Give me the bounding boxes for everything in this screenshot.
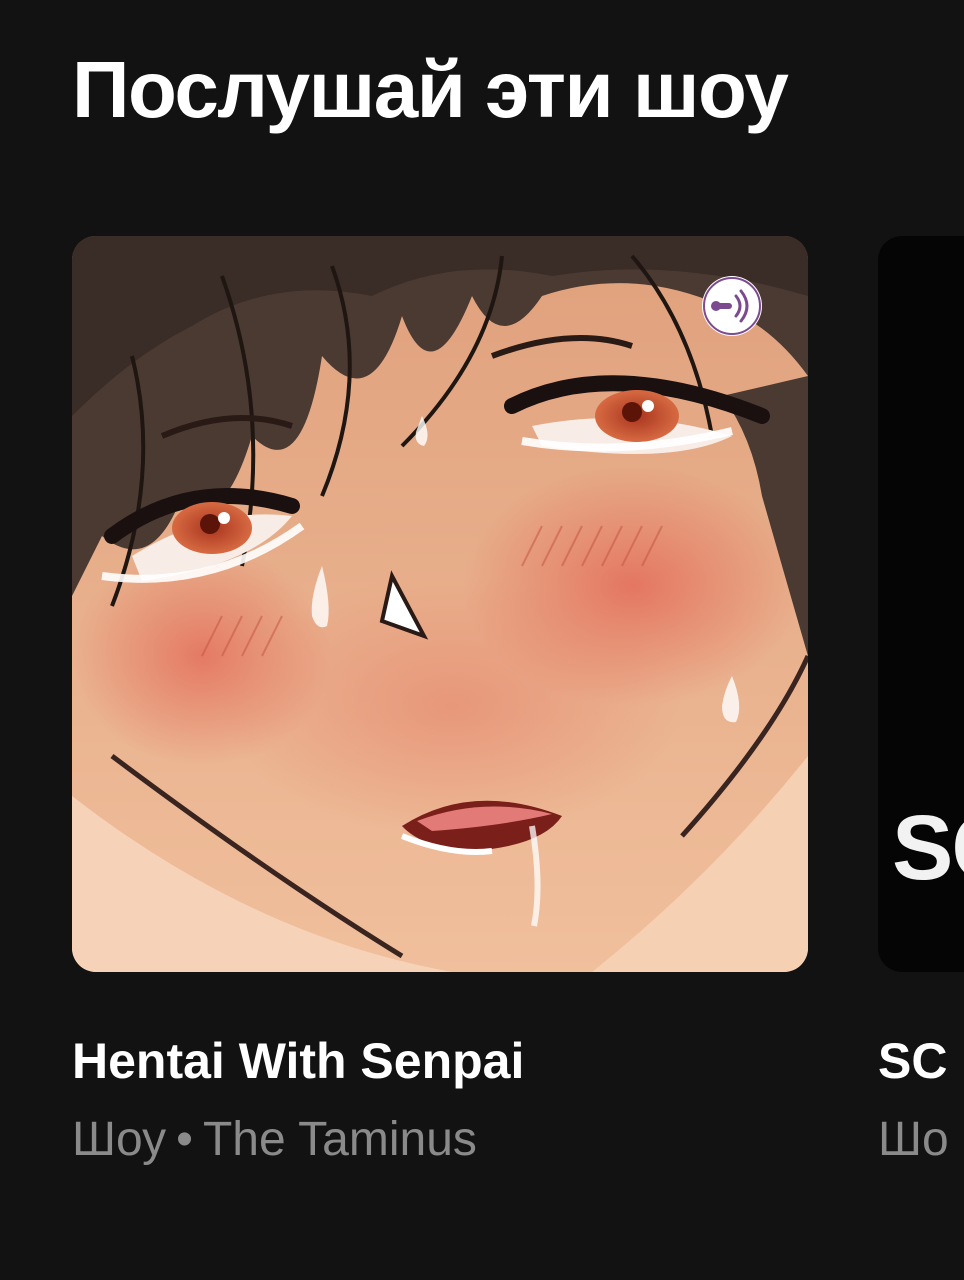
show-subtitle: Шоу • The Taminus — [72, 1116, 477, 1164]
show-subtitle: Шо — [878, 1116, 949, 1164]
show-cover[interactable] — [72, 236, 808, 972]
show-card[interactable]: SC SC Шо — [878, 236, 964, 1164]
show-title[interactable]: SC — [878, 1036, 947, 1086]
show-type-label: Шо — [878, 1113, 949, 1166]
separator-dot: • — [176, 1113, 193, 1166]
show-cover[interactable]: SC — [878, 236, 964, 972]
home-screen: Послушай эти шоу Hentai With Senpai Шоу … — [0, 0, 964, 1280]
anchor-podcast-badge-icon — [702, 276, 762, 336]
show-title[interactable]: Hentai With Senpai — [72, 1036, 524, 1086]
show-cover-art — [72, 236, 808, 972]
show-type-label: Шоу — [72, 1113, 167, 1166]
show-cover-text: SC — [892, 797, 964, 899]
show-publisher[interactable]: The Taminus — [203, 1113, 477, 1166]
show-card[interactable]: Hentai With Senpai Шоу • The Taminus — [72, 236, 808, 1164]
section-title: Послушай эти шоу — [72, 45, 789, 134]
